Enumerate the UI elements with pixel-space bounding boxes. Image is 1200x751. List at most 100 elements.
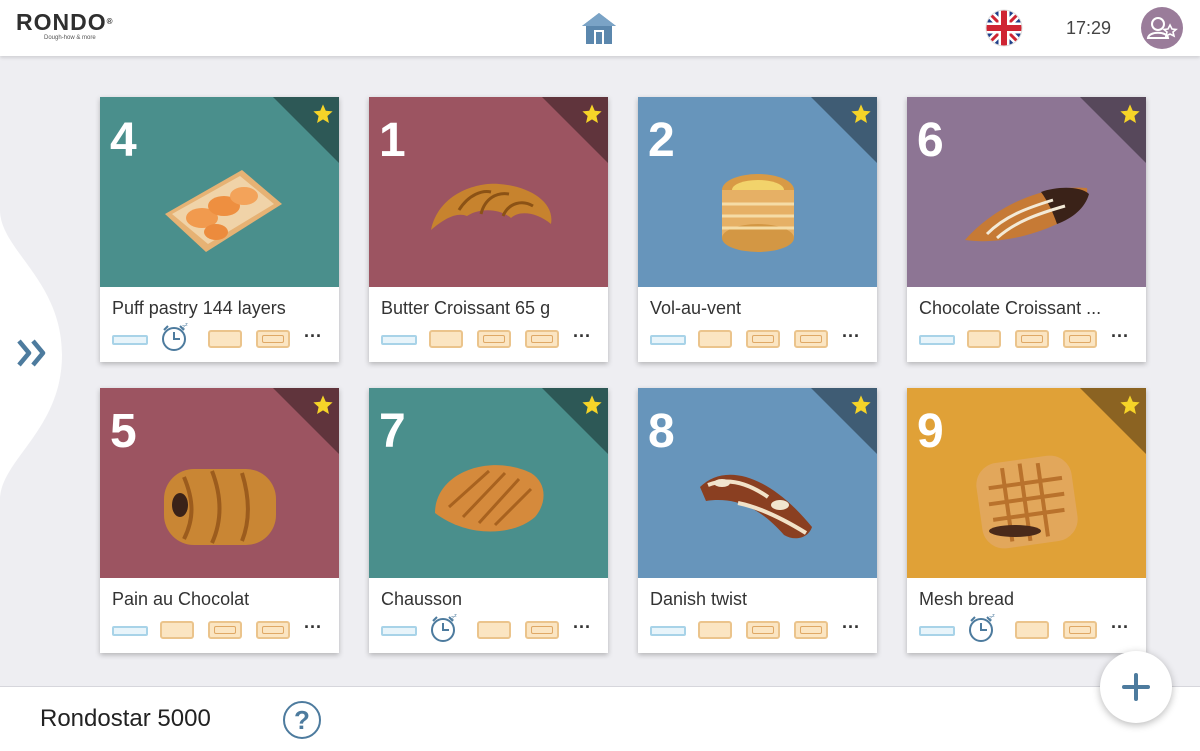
program-card-image: 5 xyxy=(100,388,339,578)
svg-text:z: z xyxy=(454,613,457,619)
dough-sheet-step-icon xyxy=(650,626,686,636)
mesh-bread-image xyxy=(976,455,1078,549)
program-card-image: 4 xyxy=(100,97,339,287)
program-steps: z z... xyxy=(112,321,332,351)
machine-name: Rondostar 5000 xyxy=(40,705,211,732)
program-name: Vol-au-vent xyxy=(650,298,742,318)
program-card-image: 8 xyxy=(638,388,877,578)
favorite-star-icon[interactable] xyxy=(312,394,334,416)
program-card[interactable]: 6 Chocolate Croissant ...... xyxy=(907,97,1146,362)
program-steps: z z... xyxy=(919,612,1139,643)
dough-sheet-step-icon xyxy=(112,626,148,636)
program-steps: ... xyxy=(919,321,1139,351)
program-number: 7 xyxy=(379,405,406,458)
program-steps: ... xyxy=(112,612,332,642)
home-button[interactable] xyxy=(580,9,618,47)
program-name: Chocolate Croissant ... xyxy=(919,298,1102,318)
program-name: Chausson xyxy=(381,589,463,609)
program-name: Butter Croissant 65 g xyxy=(381,298,551,318)
danish-twist-image xyxy=(700,474,812,539)
home-icon xyxy=(582,13,616,44)
program-card-image: 6 xyxy=(907,97,1146,287)
folding-step-icon xyxy=(525,621,559,639)
more-steps-icon[interactable]: ... xyxy=(573,321,591,342)
add-program-button[interactable] xyxy=(1100,651,1172,723)
program-name: Pain au Chocolat xyxy=(112,589,250,609)
uk-flag-icon xyxy=(985,9,1023,47)
favorite-star-icon[interactable] xyxy=(312,103,334,125)
sheeting-step-icon xyxy=(967,330,1001,348)
logo-tagline: Dough-how & more xyxy=(44,35,96,41)
program-steps: ... xyxy=(381,321,601,351)
user-star-icon xyxy=(1146,17,1178,39)
program-name: Danish twist xyxy=(650,589,748,609)
program-number: 1 xyxy=(379,114,406,167)
clock-time: 17:29 xyxy=(1066,18,1112,38)
program-card-image: 7 xyxy=(369,388,608,578)
sheeting-step-icon xyxy=(160,621,194,639)
chocolate-croissant-image xyxy=(965,187,1089,242)
favorite-star-icon[interactable] xyxy=(581,394,603,416)
help-button[interactable]: ? xyxy=(283,701,321,739)
program-number: 9 xyxy=(917,405,944,458)
program-card-image: 9 xyxy=(907,388,1146,578)
program-card[interactable]: 8 Danish twist... xyxy=(638,388,877,653)
folding-step-icon xyxy=(746,330,780,348)
folding-step-icon xyxy=(256,330,290,348)
sheeting-step-icon xyxy=(1015,621,1049,639)
program-steps: ... xyxy=(650,321,870,351)
program-card[interactable]: 2 Vol-au-vent... xyxy=(638,97,877,362)
favorite-star-icon[interactable] xyxy=(581,103,603,125)
folding-step-icon xyxy=(794,621,828,639)
sheeting-step-icon xyxy=(429,330,463,348)
favorite-star-icon[interactable] xyxy=(850,394,872,416)
more-steps-icon[interactable]: ... xyxy=(842,321,860,342)
vol-au-vent-image xyxy=(722,174,794,252)
favorite-star-icon[interactable] xyxy=(1119,394,1141,416)
apricot-tart-image xyxy=(165,170,282,252)
more-steps-icon[interactable]: ... xyxy=(304,321,322,342)
sheeting-step-icon xyxy=(698,621,732,639)
more-steps-icon[interactable]: ... xyxy=(1111,612,1129,633)
program-name: Puff pastry 144 layers xyxy=(112,298,286,318)
rondo-logo: RONDO® Dough-how & more xyxy=(16,10,114,42)
folding-step-icon xyxy=(1015,330,1049,348)
program-card[interactable]: 7 Chausson z z... xyxy=(369,388,608,653)
folding-step-icon xyxy=(256,621,290,639)
more-steps-icon[interactable]: ... xyxy=(842,612,860,633)
program-card[interactable]: 1 Butter Croissant 65 g... xyxy=(369,97,608,362)
dough-sheet-step-icon xyxy=(381,335,417,345)
dough-sheet-step-icon xyxy=(919,335,955,345)
double-chevron-right-icon xyxy=(17,339,46,367)
expand-sidebar-button[interactable] xyxy=(14,335,54,371)
user-button[interactable] xyxy=(1141,7,1183,49)
favorite-star-icon[interactable] xyxy=(1119,103,1141,125)
rest-timer-icon: zz xyxy=(429,613,459,643)
folding-step-icon xyxy=(794,330,828,348)
rest-timer-icon: zz xyxy=(967,613,997,643)
folding-step-icon xyxy=(1063,621,1097,639)
dough-sheet-step-icon xyxy=(650,335,686,345)
program-card-image: 2 xyxy=(638,97,877,287)
dough-sheet-step-icon xyxy=(112,335,148,345)
favorite-star-icon[interactable] xyxy=(850,103,872,125)
more-steps-icon[interactable]: ... xyxy=(573,612,591,633)
program-steps: z z... xyxy=(381,612,601,643)
more-steps-icon[interactable]: ... xyxy=(1111,321,1129,342)
pain-au-chocolat-image xyxy=(164,469,276,545)
more-steps-icon[interactable]: ... xyxy=(304,612,322,633)
sheeting-step-icon xyxy=(208,330,242,348)
croissant-image xyxy=(431,183,552,230)
folding-step-icon xyxy=(746,621,780,639)
program-card[interactable]: 5 Pain au Chocolat... xyxy=(100,388,339,653)
sheeting-step-icon xyxy=(698,330,732,348)
language-button[interactable] xyxy=(985,9,1023,47)
program-number: 8 xyxy=(648,405,675,458)
program-steps: ... xyxy=(650,612,870,642)
folding-step-icon xyxy=(1063,330,1097,348)
logo-text: RONDO xyxy=(16,9,107,35)
program-card[interactable]: 9 Mesh bread z z... xyxy=(907,388,1146,653)
dough-sheet-step-icon xyxy=(381,626,417,636)
sheeting-step-icon xyxy=(477,621,511,639)
program-card[interactable]: 4 Puff pastry 144 layers z z... xyxy=(100,97,339,362)
